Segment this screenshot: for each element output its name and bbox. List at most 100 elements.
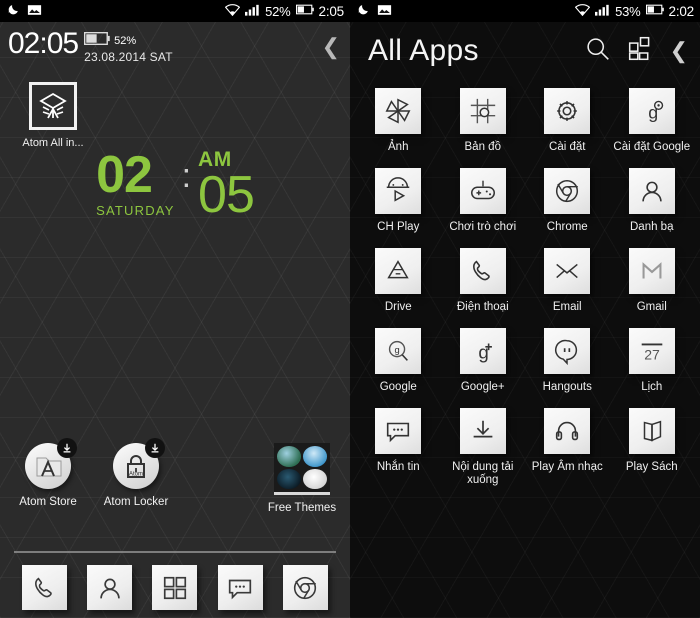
home-shortcut-row: Atom Store Atom Atom Locker Free Themes (0, 438, 350, 514)
chrome-icon (544, 168, 591, 214)
theme-dark-thumb (277, 468, 301, 489)
message-bubble-icon (375, 408, 422, 454)
header-battery-percent: 52% (114, 35, 137, 47)
app-label: Cài đặt Google (613, 141, 691, 153)
battery-icon (84, 32, 110, 50)
app-item-anh[interactable]: Ảnh (356, 88, 441, 154)
app-label: Play Âm nhạc (531, 461, 603, 473)
shortcut-label: Atom Store (19, 496, 77, 508)
app-item-play-am-nhac[interactable]: Play Âm nhạc (525, 408, 610, 487)
header-battery-row: 52% (84, 32, 173, 50)
theme-blue-thumb (303, 446, 327, 467)
chevron-left-icon[interactable]: ❮ (322, 28, 340, 60)
header-date: 23.08.2014 SAT (84, 50, 173, 64)
header-time: 02:05 (8, 27, 79, 60)
svg-text:Atom: Atom (129, 472, 143, 478)
app-label: Nhắn tin (376, 461, 420, 473)
chrome-icon (294, 576, 317, 599)
svg-text:g: g (478, 342, 488, 363)
app-shortcut-atom-all-in-one[interactable]: Atom All in... (16, 82, 90, 149)
svg-text:g: g (395, 345, 400, 355)
clock-minute-block: AM 05 (198, 149, 255, 221)
dock-phone[interactable] (22, 565, 68, 610)
status-bar-right[interactable]: 53% 2:02 (350, 0, 700, 22)
signal-bars-icon (245, 4, 260, 19)
app-label: Lịch (641, 381, 663, 393)
app-item-hangouts[interactable]: Hangouts (525, 328, 610, 394)
status-battery-percent: 53% (615, 3, 641, 19)
app-item-google[interactable]: g Google (356, 328, 441, 394)
grid-layout-icon[interactable] (627, 35, 654, 67)
download-badge-icon (145, 438, 165, 458)
status-bar-left[interactable]: 52% 2:05 (0, 0, 350, 22)
play-books-icon (628, 408, 675, 454)
shortcut-atom-locker[interactable]: Atom Atom Locker (92, 438, 180, 508)
app-item-choi-tro-choi[interactable]: Chơi trò chơi (441, 168, 526, 234)
app-item-email[interactable]: Email (525, 248, 610, 314)
app-label: Chơi trò chơi (449, 221, 517, 233)
battery-icon (295, 4, 314, 18)
chevron-left-icon[interactable]: ❮ (670, 38, 688, 64)
play-store-icon (375, 168, 422, 214)
dock-app-drawer[interactable] (152, 565, 198, 610)
app-item-lich[interactable]: 27 Lịch (610, 328, 695, 394)
app-item-gmail[interactable]: Gmail (610, 248, 695, 314)
atom-all-in-one-icon (29, 82, 77, 130)
google-settings-icon: g (628, 88, 675, 134)
app-label: CH Play (377, 221, 420, 233)
game-controller-icon (459, 168, 506, 214)
svg-text:g: g (648, 103, 658, 123)
status-clock: 2:02 (668, 3, 695, 19)
app-item-cai-dat-google[interactable]: g Cài đặt Google (610, 88, 695, 154)
app-label: Hangouts (542, 381, 592, 393)
google-drive-icon (375, 248, 422, 294)
app-label: Drive (384, 301, 412, 313)
contacts-person-icon (628, 168, 675, 214)
clock-colon: : (181, 157, 192, 195)
app-item-drive[interactable]: Drive (356, 248, 441, 314)
hangouts-icon (544, 328, 591, 374)
dock-messages[interactable] (217, 565, 263, 610)
crescent-moon-icon (357, 3, 370, 19)
email-envelope-icon (544, 248, 591, 294)
dock-divider (14, 551, 336, 553)
dock-chrome[interactable] (282, 565, 328, 610)
clock-widget[interactable]: 02 SATURDAY : AM 05 (0, 149, 350, 221)
battery-icon (645, 4, 664, 18)
app-item-ban-do[interactable]: Bản đồ (441, 88, 526, 154)
shortcut-label: Atom Locker (103, 496, 169, 508)
crescent-moon-icon (7, 3, 20, 19)
status-notification-icons (7, 3, 42, 19)
theme-landscape-thumb (277, 446, 301, 467)
app-item-google-plus[interactable]: g Google+ (441, 328, 526, 394)
maps-icon (459, 88, 506, 134)
app-item-play-sach[interactable]: Play Sách (610, 408, 695, 487)
search-icon[interactable] (584, 35, 611, 67)
all-apps-header: All Apps ❮ (350, 22, 700, 80)
app-item-nhan-tin[interactable]: Nhắn tin (356, 408, 441, 487)
app-label: Google+ (460, 381, 505, 393)
page-title: All Apps (368, 34, 479, 67)
app-label: Danh bạ (630, 221, 674, 233)
app-label: Nội dung tải xuống (452, 461, 514, 486)
atom-store-icon (25, 438, 77, 489)
app-item-ch-play[interactable]: CH Play (356, 168, 441, 234)
screenshot-image-icon (377, 4, 392, 19)
clock-weekday: SATURDAY (96, 203, 175, 218)
dock-contacts[interactable] (87, 565, 133, 610)
clock-hour-block: 02 SATURDAY (96, 149, 175, 218)
folder-free-themes[interactable]: Free Themes (258, 443, 346, 514)
google-search-icon: g (375, 328, 422, 374)
app-item-dien-thoai[interactable]: Điện thoại (441, 248, 526, 314)
wifi-icon (224, 3, 241, 19)
app-item-cai-dat[interactable]: Cài đặt (525, 88, 610, 154)
folder-preview (274, 443, 330, 495)
app-label: Gmail (636, 301, 667, 313)
app-item-noi-dung-tai-xuong[interactable]: Nội dung tải xuống (441, 408, 526, 487)
phone-icon (34, 577, 52, 597)
google-plus-icon: g (459, 328, 506, 374)
app-item-chrome[interactable]: Chrome (525, 168, 610, 234)
photos-pinwheel-icon (375, 88, 422, 134)
app-item-danh-ba[interactable]: Danh bạ (610, 168, 695, 234)
shortcut-atom-store[interactable]: Atom Store (4, 438, 92, 508)
